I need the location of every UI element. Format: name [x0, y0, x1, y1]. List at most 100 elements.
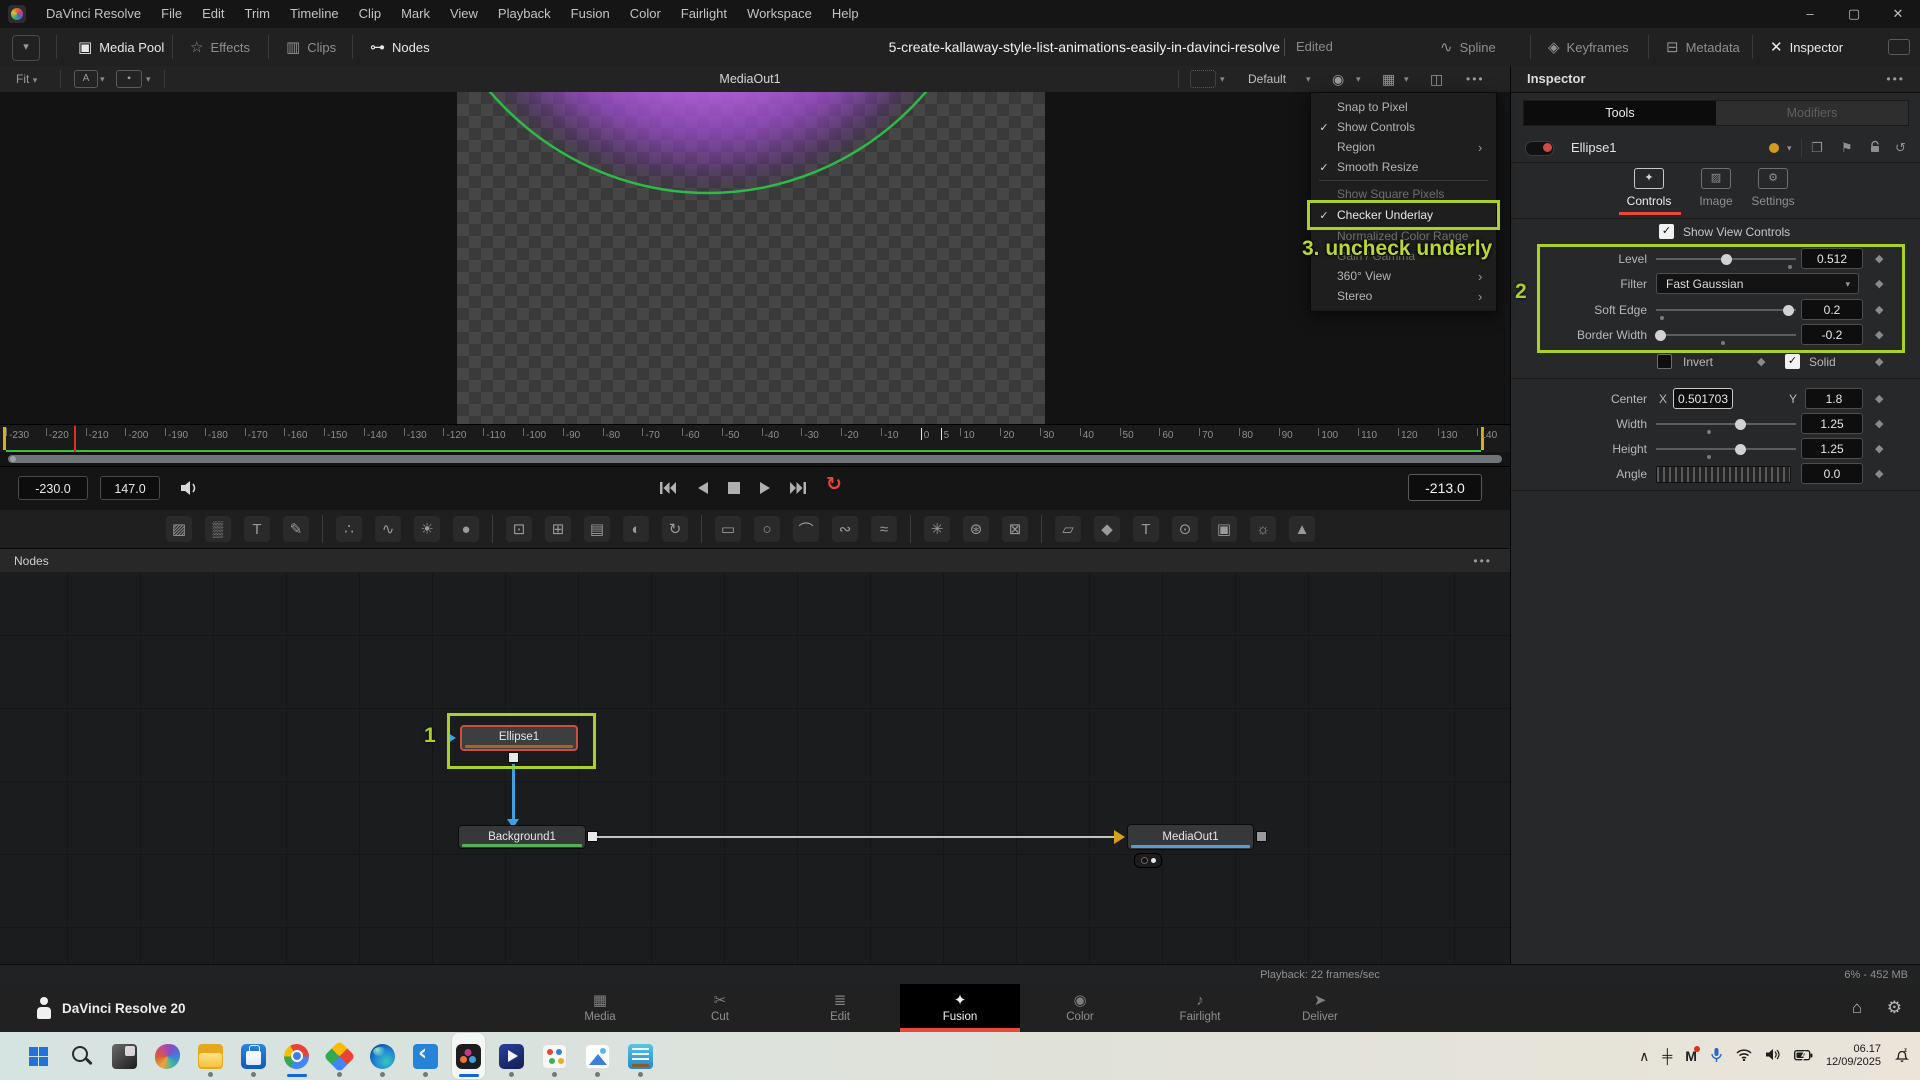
blur-icon[interactable]: ● — [453, 516, 479, 542]
home-icon[interactable]: ⌂ — [1852, 984, 1862, 1032]
bspline-mask-icon[interactable]: ∾ — [832, 516, 858, 542]
page-tab-media[interactable]: ▦Media — [540, 984, 660, 1032]
overlay-toggle[interactable]: A — [74, 70, 98, 88]
width-slider[interactable] — [1656, 423, 1796, 425]
taskbar-video-icon[interactable] — [495, 1033, 528, 1079]
subtab-settings[interactable]: ⚙ Settings — [1743, 168, 1803, 208]
height-value-field[interactable]: 1.25 — [1801, 438, 1863, 459]
page-tab-edit[interactable]: ≣Edit — [780, 984, 900, 1032]
p-emitter-icon[interactable]: ✳ — [924, 516, 950, 542]
tray-microphone-icon[interactable] — [1710, 1047, 1723, 1066]
taskbar-drive-icon[interactable] — [323, 1033, 356, 1079]
viewer-canvas[interactable] — [0, 92, 1510, 424]
playhead[interactable] — [74, 426, 76, 452]
fast-noise-icon[interactable]: ▒ — [205, 516, 231, 542]
render-out-field[interactable]: 147.0 — [100, 476, 160, 500]
context-menu-item-snap-to-pixel[interactable]: Snap to Pixel — [1311, 97, 1496, 117]
context-menu-item-360-view[interactable]: 360° View› — [1311, 266, 1496, 286]
lock-icon[interactable] — [1869, 140, 1881, 158]
spline-shape-icon[interactable]: ≈ — [871, 516, 897, 542]
inspector-options-menu[interactable]: ••• — [1886, 66, 1905, 92]
page-tab-deliver[interactable]: ➤Deliver — [1260, 984, 1380, 1032]
reset-icon[interactable]: ↺ — [1895, 134, 1906, 162]
connection-ellipse-to-background[interactable] — [512, 764, 515, 821]
camera-3d-icon[interactable]: ▣ — [1211, 516, 1237, 542]
pin-icon[interactable]: ⚑ — [1841, 134, 1853, 162]
tray-wifi-icon[interactable] — [1736, 1048, 1752, 1064]
menubar-item-davinci-resolve[interactable]: DaVinci Resolve — [36, 0, 151, 28]
taskbar-explorer-icon[interactable] — [194, 1033, 227, 1079]
metadata-button[interactable]: ⊟Metadata — [1666, 28, 1740, 66]
play-reverse-button[interactable] — [690, 479, 714, 497]
keyframe-icon[interactable]: ◆ — [1875, 388, 1883, 410]
spline-button[interactable]: ∿Spline — [1440, 28, 1496, 66]
locator-3d-icon[interactable]: ⊙ — [1172, 516, 1198, 542]
audio-mute-button[interactable] — [176, 479, 204, 497]
taskbar-store-icon[interactable] — [237, 1033, 270, 1079]
tab-tools[interactable]: Tools — [1524, 101, 1716, 125]
close-button[interactable]: ✕ — [1876, 0, 1920, 28]
ellipse-outline[interactable] — [457, 92, 1045, 424]
angle-thumbwheel[interactable] — [1656, 466, 1791, 483]
solid-checkbox[interactable]: ✓ — [1785, 354, 1800, 369]
timeline-scrollbar[interactable] — [0, 452, 1510, 466]
menubar-item-timeline[interactable]: Timeline — [280, 0, 349, 28]
color-corrector-icon[interactable]: ∴ — [336, 516, 362, 542]
inspector-button[interactable]: ✕Inspector — [1770, 28, 1843, 66]
context-menu-item-show-square-pixels[interactable]: Show Square Pixels — [1311, 184, 1496, 204]
tray-volume-icon[interactable] — [1765, 1048, 1781, 1064]
invert-checkbox[interactable] — [1657, 354, 1672, 369]
transform-icon[interactable]: ↻ — [662, 516, 688, 542]
polygon-mask-icon[interactable]: ⌒ — [793, 516, 819, 542]
menubar-item-trim[interactable]: Trim — [235, 0, 281, 28]
timeline-ruler[interactable]: -230-220-210-200-190-180-170-160-150-140… — [0, 424, 1510, 453]
chevron-down-icon[interactable]: ▾ — [1356, 66, 1361, 92]
p-turbulence-icon[interactable]: ⊛ — [963, 516, 989, 542]
context-menu-item-show-controls[interactable]: ✓Show Controls — [1311, 117, 1496, 137]
chevron-down-icon[interactable]: ▾ — [1404, 66, 1409, 92]
keyframe-icon[interactable]: ◆ — [1875, 351, 1883, 373]
p-render-icon[interactable]: ⊠ — [1002, 516, 1028, 542]
width-value-field[interactable]: 1.25 — [1801, 413, 1863, 434]
menubar-item-fairlight[interactable]: Fairlight — [671, 0, 737, 28]
page-tab-color[interactable]: ◉Color — [1020, 984, 1140, 1032]
mediaout1-input-triangle[interactable] — [1114, 830, 1125, 844]
keyframe-icon[interactable]: ◆ — [1875, 463, 1883, 485]
panel-toggle-button[interactable]: ▾ — [12, 35, 40, 61]
tray-chevron-icon[interactable]: ∧ — [1639, 1048, 1649, 1065]
chevron-down-icon[interactable]: ▾ — [1220, 66, 1225, 92]
play-button[interactable] — [754, 479, 778, 497]
chevron-down-icon[interactable]: ▾ — [1306, 66, 1311, 92]
center-x-field[interactable]: 0.501703 — [1673, 388, 1733, 409]
keyframe-icon[interactable]: ◆ — [1757, 351, 1765, 373]
subtab-controls[interactable]: ✦ Controls — [1619, 168, 1679, 208]
menubar-item-help[interactable]: Help — [822, 0, 869, 28]
tab-modifiers[interactable]: Modifiers — [1716, 101, 1908, 125]
page-tab-cut[interactable]: ✂Cut — [660, 984, 780, 1032]
image-plane-3d-icon[interactable]: ▱ — [1055, 516, 1081, 542]
current-frame-display[interactable]: -213.0 — [1408, 474, 1482, 501]
page-tab-fusion[interactable]: ✦Fusion — [900, 984, 1020, 1032]
grid-icon[interactable]: ▦ — [1382, 66, 1395, 92]
node-tile-color-dot[interactable] — [1769, 143, 1779, 153]
effects-button[interactable]: ☆Effects — [190, 28, 250, 66]
taskbar-photos-icon[interactable] — [581, 1033, 614, 1079]
roi-icon[interactable] — [1190, 70, 1216, 88]
show-view-controls-checkbox[interactable]: ✓ — [1659, 224, 1674, 239]
zoom-fit-dropdown[interactable]: Fit ▾ — [16, 66, 37, 92]
angle-value-field[interactable]: 0.0 — [1801, 463, 1863, 484]
taskbar-search-icon[interactable] — [65, 1033, 98, 1079]
node-graph[interactable]: 1 Ellipse1 Background1 MediaOut1 — [0, 572, 1510, 964]
taskbar-vscode-icon[interactable] — [409, 1033, 442, 1079]
keyframe-icon[interactable]: ◆ — [1875, 413, 1883, 435]
chevron-down-icon[interactable]: ▾ — [1787, 134, 1792, 162]
taskbar-copilot-icon[interactable] — [151, 1033, 184, 1079]
dissolve-icon[interactable]: ⊞ — [545, 516, 571, 542]
clips-button[interactable]: ▥Clips — [286, 28, 336, 66]
keyframes-button[interactable]: ◈Keyframes — [1548, 28, 1629, 66]
nodes-options-menu[interactable]: ••• — [1473, 549, 1492, 573]
text-plus-icon[interactable]: T — [244, 516, 270, 542]
minimize-button[interactable]: – — [1788, 0, 1832, 28]
shape-3d-icon[interactable]: ◆ — [1094, 516, 1120, 542]
spot-light-3d-icon[interactable]: ☼ — [1250, 516, 1276, 542]
